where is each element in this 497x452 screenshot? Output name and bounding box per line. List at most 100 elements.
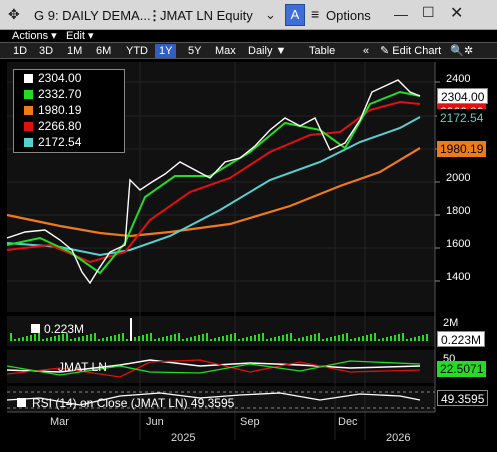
period-1m-button[interactable]: 1M bbox=[63, 44, 86, 58]
maximize-icon[interactable]: ☐ bbox=[422, 4, 435, 21]
period-5y-button[interactable]: 5Y bbox=[184, 44, 205, 58]
x-axis-month: Jun bbox=[146, 416, 164, 428]
legend-value: 2304.00 bbox=[38, 71, 82, 85]
rsi-tag: 49.3595 bbox=[437, 390, 489, 406]
a-button[interactable]: A bbox=[285, 4, 305, 26]
volume-bar bbox=[18, 338, 20, 341]
volume-bar bbox=[10, 333, 12, 341]
volume-bar bbox=[238, 339, 240, 341]
volume-bar bbox=[150, 333, 152, 341]
volume-bar bbox=[322, 339, 324, 341]
legend-item-cyan: 2172.54 bbox=[24, 135, 81, 149]
legend-value: 2172.54 bbox=[38, 135, 82, 149]
volume-bar bbox=[302, 337, 304, 341]
volume-bar bbox=[254, 335, 256, 341]
volume-bar bbox=[26, 336, 28, 341]
legend-box[interactable]: 2304.00 2332.70 1980.19 2266.80 2172.54 bbox=[13, 69, 125, 153]
volume-bar bbox=[122, 333, 124, 341]
volume-bar bbox=[382, 338, 384, 341]
edit-chart-label: Edit Chart bbox=[392, 45, 442, 57]
volume-bar bbox=[14, 339, 16, 341]
volume-bar bbox=[270, 338, 272, 341]
period-3d-button[interactable]: 3D bbox=[35, 44, 57, 58]
volume-bar bbox=[182, 339, 184, 341]
volume-bar bbox=[210, 339, 212, 341]
legend-item-green: 2332.70 bbox=[24, 87, 81, 101]
move-icon[interactable]: ✥ bbox=[8, 6, 20, 23]
volume-bar bbox=[350, 339, 352, 341]
period-max-button[interactable]: Max bbox=[211, 44, 240, 58]
gear-icon[interactable]: ✲ bbox=[460, 44, 477, 58]
legend-swatch bbox=[24, 122, 33, 131]
volume-bar bbox=[290, 333, 292, 341]
volume-bar bbox=[418, 336, 420, 341]
volume-bar bbox=[102, 338, 104, 341]
edit-chart-button[interactable]: ✎ Edit Chart bbox=[376, 44, 445, 58]
security-ticker[interactable]: JMAT LN Equity bbox=[160, 8, 253, 23]
volume-bar bbox=[162, 337, 164, 341]
period-1d-button[interactable]: 1D bbox=[9, 44, 31, 58]
volume-swatch bbox=[31, 324, 40, 333]
volume-bar bbox=[262, 333, 264, 341]
volume-bar bbox=[78, 337, 80, 341]
volume-bar bbox=[134, 337, 136, 341]
frequency-dropdown[interactable]: Daily ▼ bbox=[244, 44, 290, 58]
volume-bar bbox=[406, 339, 408, 341]
legend-value: 2332.70 bbox=[38, 87, 82, 101]
volume-bar bbox=[86, 335, 88, 341]
volume-bar bbox=[198, 335, 200, 341]
frequency-label: Daily bbox=[248, 45, 273, 57]
price-axis-tick: 2000 bbox=[446, 172, 471, 184]
volume-label: 0.223M bbox=[44, 322, 85, 336]
edit-menu[interactable]: Edit ▾ bbox=[66, 29, 94, 42]
actions-label: Actions bbox=[12, 30, 49, 42]
volume-bar bbox=[194, 336, 196, 341]
volume-bar bbox=[234, 333, 236, 341]
collapse-icon[interactable]: « bbox=[359, 44, 373, 58]
volume-axis-tick: 2M bbox=[443, 317, 459, 329]
volume-bar bbox=[402, 333, 404, 341]
period-ytd-button[interactable]: YTD bbox=[122, 44, 152, 58]
last-price-tag: 2304.00 bbox=[437, 88, 489, 104]
options-menu[interactable]: Options bbox=[326, 8, 371, 23]
price-axis-tick: 1600 bbox=[446, 238, 471, 250]
hamburger-icon[interactable]: ≡ bbox=[311, 6, 319, 22]
close-icon[interactable]: ✕ bbox=[450, 3, 463, 23]
volume-bar bbox=[326, 338, 328, 341]
x-axis-year: 2025 bbox=[171, 432, 196, 444]
minimize-icon[interactable]: — bbox=[394, 6, 408, 22]
volume-bar bbox=[286, 334, 288, 341]
volume-bar bbox=[74, 338, 76, 341]
volume-bar bbox=[222, 336, 224, 341]
volume-bar bbox=[214, 338, 216, 341]
volume-bar bbox=[310, 335, 312, 341]
volume-bar bbox=[110, 336, 112, 341]
dmi-tag: 22.5071 bbox=[437, 361, 487, 377]
price-axis-tick: 1800 bbox=[446, 205, 471, 217]
volume-bar bbox=[330, 337, 332, 341]
volume-bar bbox=[294, 339, 296, 341]
period-6m-button[interactable]: 6M bbox=[92, 44, 115, 58]
chevron-down-icon[interactable]: ⌄ bbox=[265, 7, 276, 23]
volume-bar bbox=[42, 339, 44, 341]
volume-spike bbox=[130, 318, 132, 341]
partial-price-tag: 2266.80 bbox=[437, 104, 487, 109]
volume-bar bbox=[374, 333, 376, 341]
x-axis-month: Mar bbox=[50, 416, 69, 428]
volume-bar bbox=[250, 336, 252, 341]
volume-bar bbox=[274, 337, 276, 341]
volume-bar bbox=[34, 334, 36, 341]
orange-ma-tag: 1980.19 bbox=[437, 141, 487, 157]
volume-bar bbox=[138, 336, 140, 341]
volume-bar bbox=[154, 339, 156, 341]
period-1y-button[interactable]: 1Y bbox=[155, 44, 177, 58]
table-button[interactable]: Table bbox=[305, 44, 339, 58]
volume-bar bbox=[278, 336, 280, 341]
dmi-label: JMAT LN bbox=[58, 360, 107, 374]
volume-bar bbox=[114, 335, 116, 341]
legend-value: 1980.19 bbox=[38, 103, 82, 117]
volume-tag: 0.223M bbox=[437, 331, 486, 347]
actions-menu[interactable]: Actions ▾ bbox=[12, 29, 57, 42]
volume-bar bbox=[306, 336, 308, 341]
volume-bar bbox=[30, 335, 32, 341]
